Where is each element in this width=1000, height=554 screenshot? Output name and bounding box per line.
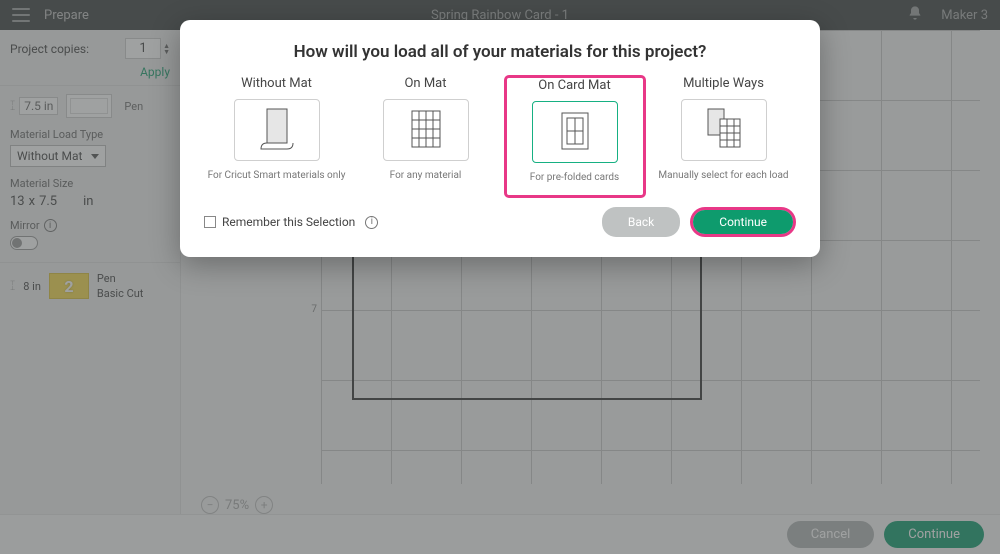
option-on-mat[interactable]: On Mat For any material [356,76,496,197]
dialog-continue-button[interactable]: Continue [693,210,793,234]
load-materials-dialog: How will you load all of your materials … [180,20,820,257]
without-mat-icon [234,99,320,161]
option-desc: Manually select for each load [658,169,788,193]
option-desc: For pre-folded cards [530,171,619,195]
remember-selection-checkbox[interactable]: Remember this Selection i [204,215,378,229]
multiple-ways-icon [681,99,767,161]
option-multiple-ways[interactable]: Multiple Ways Manually select for each l… [654,76,794,197]
on-mat-icon [383,99,469,161]
continue-highlight: Continue [690,207,796,237]
dialog-heading: How will you load all of your materials … [204,42,796,62]
option-desc: For Cricut Smart materials only [208,169,346,193]
dialog-back-button[interactable]: Back [602,207,680,237]
option-desc: For any material [390,169,462,193]
option-title: Without Mat [241,76,312,91]
on-card-mat-icon [532,101,618,163]
option-on-card-mat[interactable]: On Card Mat For pre-folded cards [505,76,645,197]
info-icon[interactable]: i [365,216,378,229]
option-without-mat[interactable]: Without Mat For Cricut Smart materials o… [207,76,347,197]
option-title: Multiple Ways [683,76,764,91]
checkbox-icon [204,216,216,228]
remember-label: Remember this Selection [222,215,355,229]
option-title: On Card Mat [538,78,610,93]
option-title: On Mat [404,76,446,91]
